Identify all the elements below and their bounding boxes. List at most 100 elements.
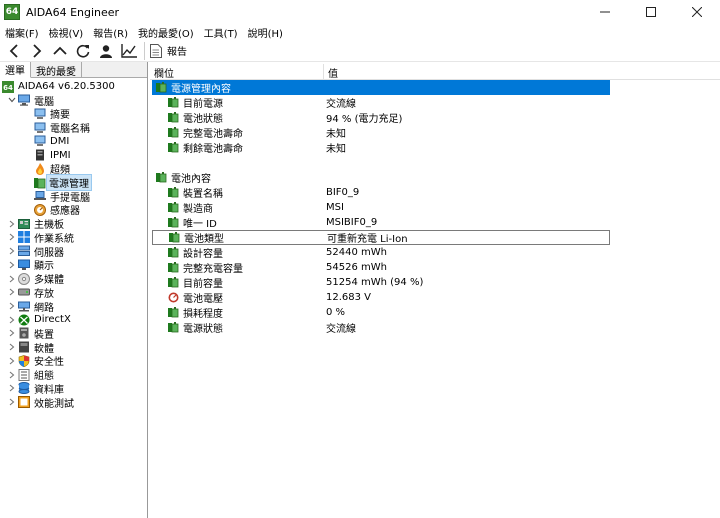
- summary-icon: [34, 108, 46, 120]
- window-title: AIDA64 Engineer: [26, 5, 120, 19]
- battery-icon: [168, 322, 179, 333]
- chevron-down-icon[interactable]: [7, 94, 17, 107]
- chevron-right-icon[interactable]: [7, 382, 17, 395]
- forward-button[interactable]: [25, 41, 48, 61]
- tab-menu[interactable]: 選單: [0, 62, 31, 78]
- chevron-right-icon[interactable]: [7, 217, 17, 230]
- chevron-right-icon[interactable]: [7, 313, 17, 326]
- chevron-right-icon[interactable]: [7, 245, 17, 258]
- back-arrow-icon: [9, 43, 18, 58]
- detail-row[interactable]: 電源狀態 交流線: [152, 320, 356, 335]
- menu-view[interactable]: 檢視(V): [44, 25, 89, 40]
- xbox-icon: [18, 314, 30, 326]
- detail-row[interactable]: 設計容量 52440 mWh: [152, 245, 387, 260]
- row-field: 電池類型: [184, 234, 224, 245]
- row-value: 未知: [326, 129, 346, 140]
- tree-item[interactable]: 效能測試: [7, 396, 78, 410]
- detail-row[interactable]: 目前容量 51254 mWh (94 %): [152, 275, 423, 290]
- row-value: 未知: [326, 144, 346, 155]
- row-field: 電源狀態: [183, 324, 223, 335]
- detail-row[interactable]: 電池類型 可重新充電 Li-Ion: [152, 230, 610, 245]
- svg-text:64: 64: [3, 84, 13, 92]
- report-document-icon: [150, 43, 162, 58]
- column-header-field[interactable]: 欄位: [154, 64, 324, 80]
- minimize-button[interactable]: [582, 0, 628, 24]
- column-header-value[interactable]: 值: [328, 64, 338, 80]
- chevron-right-icon[interactable]: [7, 396, 17, 409]
- devices-icon: [18, 327, 30, 339]
- menu-favorites[interactable]: 我的最愛(O): [133, 25, 199, 40]
- battery-icon: [168, 202, 179, 213]
- back-button[interactable]: [2, 41, 25, 61]
- detail-row[interactable]: 電池狀態 94 % (電力充足): [152, 110, 402, 125]
- software-icon: [18, 341, 30, 353]
- minimize-icon: [600, 11, 610, 13]
- chevron-right-icon[interactable]: [7, 272, 17, 285]
- detail-row[interactable]: 完整電池壽命 未知: [152, 125, 346, 140]
- row-value: 0 %: [326, 307, 346, 318]
- detail-row[interactable]: 唯一 ID MSIBIF0_9: [152, 215, 377, 230]
- tab-favorites[interactable]: 我的最愛: [31, 62, 82, 78]
- row-value: 51254 mWh (94 %): [326, 277, 424, 288]
- chevron-right-icon[interactable]: [7, 354, 17, 367]
- dmi-icon: [34, 135, 46, 147]
- tree-item[interactable]: DMI: [23, 135, 73, 148]
- chevron-right-icon[interactable]: [7, 300, 17, 313]
- tree-item[interactable]: 電腦名稱: [23, 121, 94, 136]
- detail-row[interactable]: 完整充電容量 54526 mWh: [152, 260, 387, 275]
- detail-row[interactable]: 裝置名稱 BIF0_9: [152, 185, 359, 200]
- chevron-right-icon[interactable]: [7, 231, 17, 244]
- aida64-icon: 64: [2, 80, 14, 93]
- detail-row[interactable]: 製造商 MSI: [152, 200, 344, 215]
- maximize-button[interactable]: [628, 0, 674, 24]
- refresh-icon: [76, 44, 89, 58]
- detail-row[interactable]: 電池電壓 12.683 V: [152, 290, 371, 305]
- maximize-icon: [646, 7, 656, 17]
- refresh-button[interactable]: [71, 41, 94, 61]
- voltage-gauge-icon: [168, 292, 179, 303]
- motherboard-icon: [18, 218, 30, 230]
- detail-row[interactable]: 目前電源 交流線: [152, 95, 356, 110]
- storage-icon: [18, 286, 30, 298]
- sensor-icon: [34, 203, 46, 216]
- details-panel: 欄位 值 電源管理內容 目前電源 交流線 電池狀態 94 % (電力充足) 完整電池壽命未…: [150, 62, 720, 518]
- report-button[interactable]: 報告: [150, 43, 191, 58]
- chevron-right-icon[interactable]: [7, 286, 17, 299]
- menu-help[interactable]: 說明(H): [243, 25, 288, 40]
- chart-button[interactable]: [117, 41, 140, 61]
- close-button[interactable]: [674, 0, 720, 24]
- row-field: 電源管理內容: [171, 84, 231, 95]
- section-header-row[interactable]: 電源管理內容: [152, 80, 610, 95]
- row-field: 製造商: [183, 204, 213, 215]
- battery-icon: [168, 262, 179, 273]
- security-shield-icon: [18, 355, 30, 368]
- tree-item-label: 電腦名稱: [50, 124, 90, 136]
- chevron-right-icon[interactable]: [7, 368, 17, 381]
- battery-icon: [168, 112, 179, 123]
- up-button[interactable]: [48, 41, 71, 61]
- row-value: 94 % (電力充足): [326, 114, 403, 125]
- detail-row[interactable]: 損耗程度 0 %: [152, 305, 345, 320]
- user-button[interactable]: [94, 41, 117, 61]
- tree-item[interactable]: 64 AIDA64 v6.20.5300: [1, 80, 119, 93]
- battery-icon: [168, 217, 179, 228]
- database-icon: [18, 382, 30, 395]
- chevron-right-icon[interactable]: [7, 258, 17, 271]
- chevron-right-icon[interactable]: [7, 341, 17, 354]
- section-header-row[interactable]: 電池內容: [152, 170, 610, 185]
- detail-row[interactable]: 剩餘電池壽命 未知: [152, 140, 346, 155]
- chevron-right-icon[interactable]: [7, 327, 17, 340]
- menu-report[interactable]: 報告(R): [88, 25, 133, 40]
- menu-tools[interactable]: 工具(T): [199, 25, 243, 40]
- battery-icon: [168, 127, 179, 138]
- tree-item-label: 效能測試: [34, 398, 74, 410]
- row-field: 損耗程度: [183, 309, 223, 320]
- tree-item[interactable]: 網路: [7, 300, 58, 314]
- power-management-icon: [34, 177, 46, 189]
- row-value: 12.683 V: [326, 292, 372, 303]
- menu-file[interactable]: 檔案(F): [0, 25, 44, 40]
